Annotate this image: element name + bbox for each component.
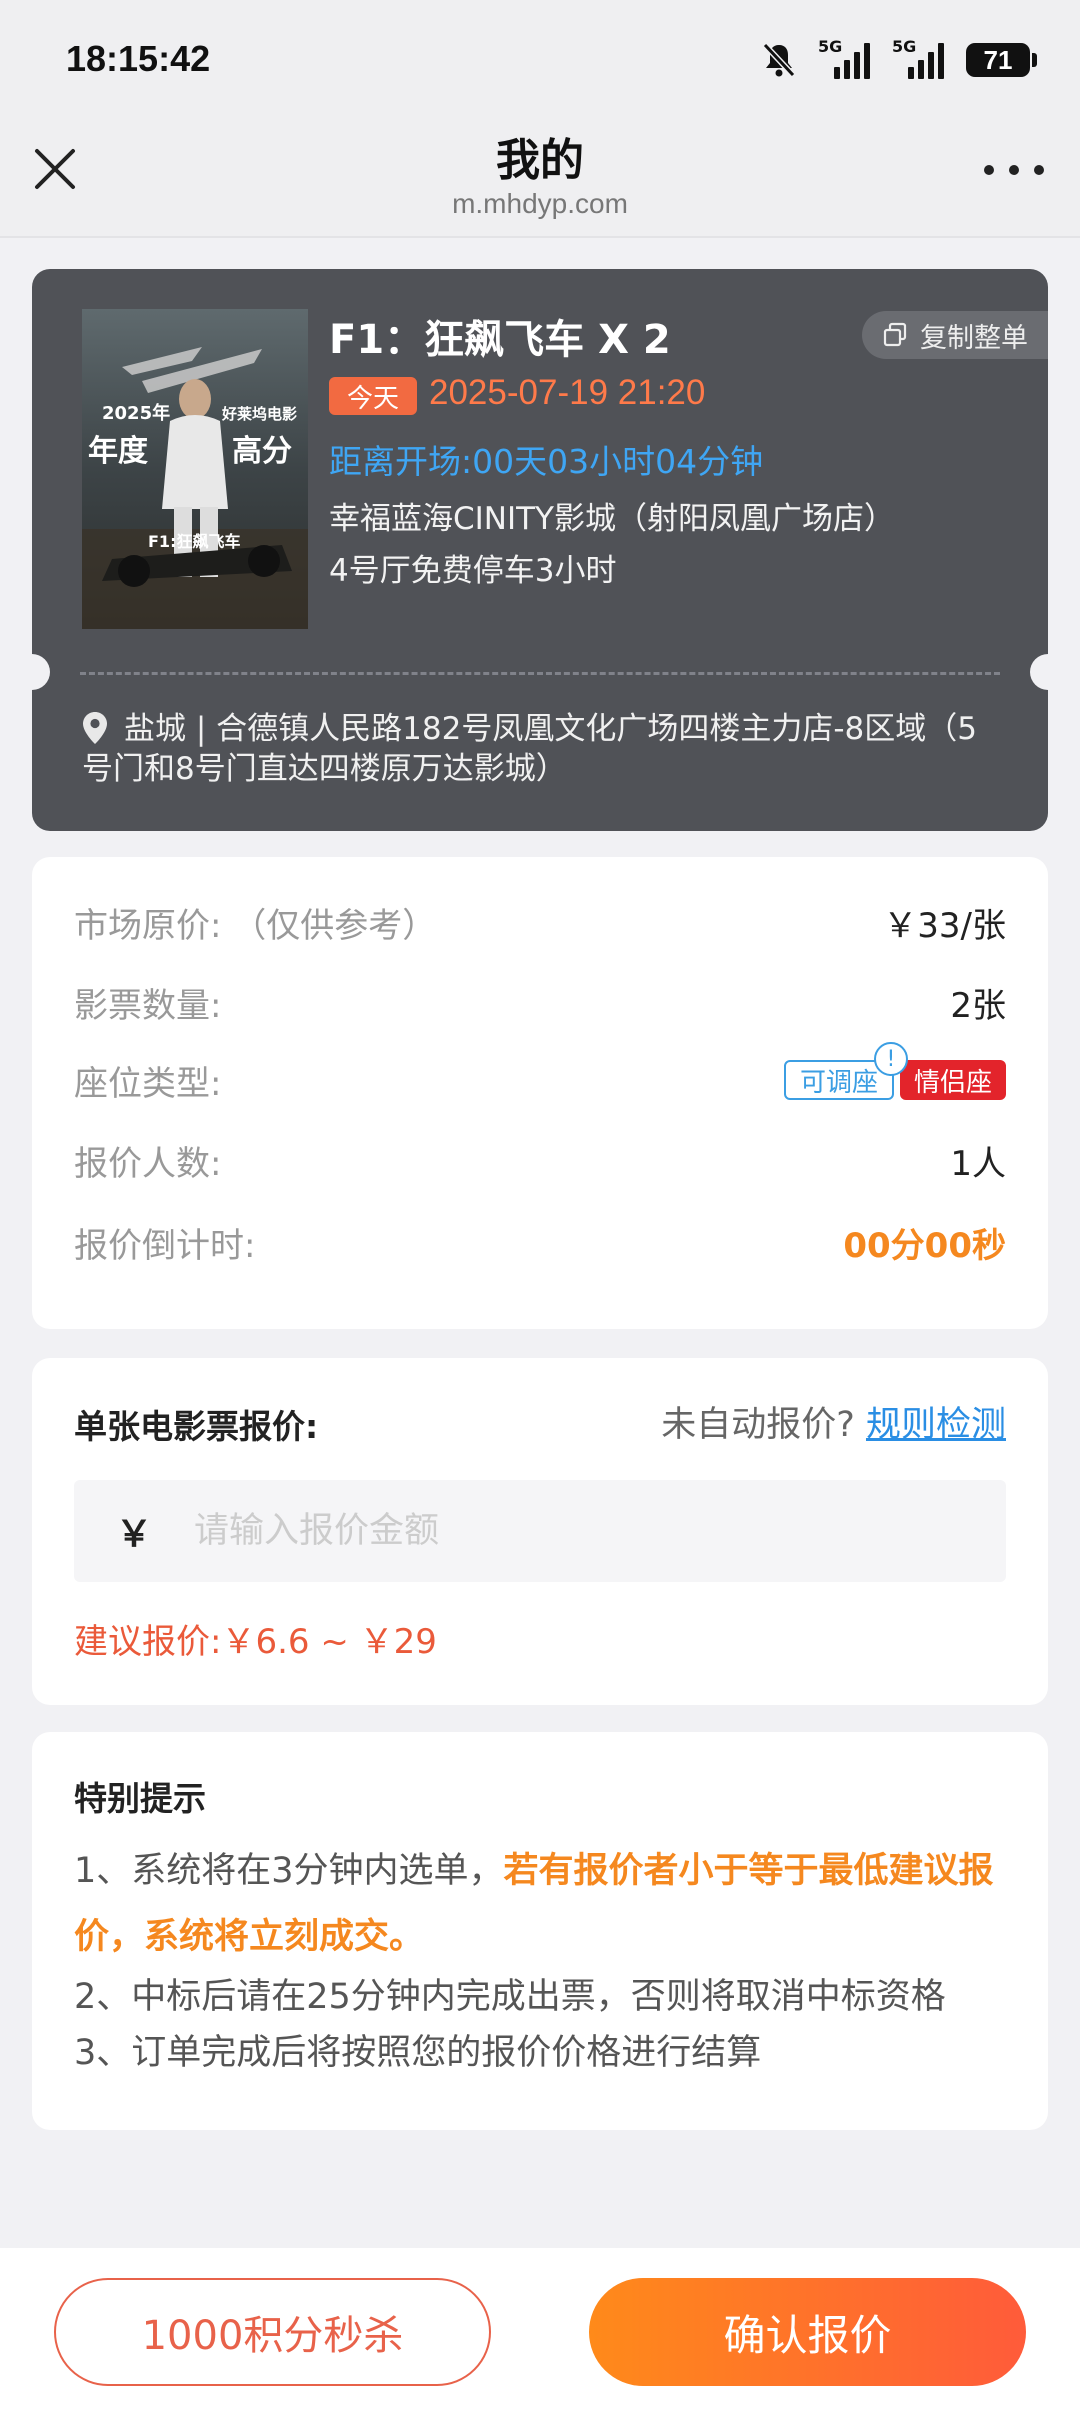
signal-icon-2: 5G <box>892 37 944 79</box>
top-bar: 18:15:42 5G 5G 71 我的 m.mhdyp.com <box>0 0 1080 238</box>
market-price-row: 市场原价: （仅供参考） ￥33/张 <box>74 899 1006 946</box>
location-pin-icon <box>83 712 107 744</box>
quantity-value: 2张 <box>950 985 1006 1026</box>
seat-tags: 可调座 ! 情侣座 <box>783 1042 1006 1100</box>
quote-countdown-row: 报价倒计时: 00分00秒 <box>74 1219 1006 1266</box>
ticket-notch <box>32 654 50 690</box>
status-icons: 5G 5G 71 <box>762 37 1037 82</box>
movie-ticket-card: 2025年 年度 好莱坞电影 高分 F1:狂飙飞车 F1：狂飙飞车 X 2 复制… <box>32 269 1048 831</box>
tips-title: 特别提示 <box>74 1779 206 1818</box>
signal-label-2: 5G <box>892 37 917 56</box>
battery-icon: 71 <box>966 43 1037 77</box>
market-price-value: ￥33/张 <box>883 905 1006 946</box>
tip-1-text: 1、系统将在3分钟内选单， <box>74 1851 504 1891</box>
cinema-name: 幸福蓝海CINITY影城（射阳凤凰广场店） <box>329 501 895 537</box>
auto-quote-hint: 未自动报价? 规则检测 <box>661 1396 1006 1447</box>
signal-label: 5G <box>818 37 843 56</box>
ticket-notch <box>1030 654 1048 690</box>
quote-card: 单张电影票报价: 未自动报价? 规则检测 ￥ 建议报价:￥6.6 ~ ￥29 <box>32 1358 1048 1705</box>
mute-bell-icon <box>762 42 796 78</box>
time-until-start: 距离开场:00天03小时04分钟 <box>329 442 764 481</box>
seat-type-label: 座位类型: <box>74 1063 222 1104</box>
bidders-label: 报价人数: <box>74 1143 222 1184</box>
copy-order-button[interactable]: 复制整单 <box>862 311 1048 359</box>
page-title: 我的 <box>496 135 584 186</box>
parking-info: 4号厅免费停车3小时 <box>329 553 617 589</box>
poster-text: 年度 <box>88 434 148 469</box>
tip-3: 3、订单完成后将按照您的报价价格进行结算 <box>74 2033 762 2073</box>
copy-order-label: 复制整单 <box>920 322 1028 354</box>
quote-countdown-value: 00分00秒 <box>843 1225 1006 1266</box>
bottom-action-bar: 1000积分秒杀 确认报价 <box>0 2248 1080 2412</box>
more-dot-icon <box>1009 165 1019 175</box>
quantity-label: 影票数量: <box>74 985 222 1026</box>
tips-card: 特别提示 1、系统将在3分钟内选单，若有报价者小于等于最低建议报价，系统将立刻成… <box>32 1732 1048 2130</box>
divider <box>80 672 1000 675</box>
couple-seat-tag: 情侣座 <box>899 1060 1006 1100</box>
confirm-quote-button[interactable]: 确认报价 <box>589 2278 1026 2386</box>
more-button[interactable] <box>984 155 1044 185</box>
signal-icon: 5G <box>818 37 870 79</box>
address-text: 盐城 | 合德镇人民路182号凤凰文化广场四楼主力店-8区域（5号门和8号门直达… <box>82 711 977 787</box>
cinema-address: 盐城 | 合德镇人民路182号凤凰文化广场四楼主力店-8区域（5号门和8号门直达… <box>82 709 1002 789</box>
seat-type-row: 座位类型: 可调座 ! 情侣座 <box>74 1042 1006 1104</box>
quote-countdown-label: 报价倒计时: <box>74 1225 256 1266</box>
poster-text: 高分 <box>232 434 292 469</box>
quote-title: 单张电影票报价: <box>74 1407 319 1446</box>
poster-text: F1:狂飙飞车 <box>148 532 240 551</box>
currency-symbol: ￥ <box>115 1514 152 1555</box>
status-time: 18:15:42 <box>66 38 211 79</box>
points-flash-sale-button[interactable]: 1000积分秒杀 <box>54 2278 491 2386</box>
suggested-price: 建议报价:￥6.6 ~ ￥29 <box>74 1622 437 1662</box>
bidders-row: 报价人数: 1人 <box>74 1137 1006 1184</box>
more-dot-icon <box>984 165 994 175</box>
auto-quote-text: 未自动报价? <box>661 1405 855 1445</box>
today-badge: 今天 <box>329 377 417 415</box>
bidders-value: 1人 <box>950 1143 1006 1184</box>
movie-name: F1：狂飙飞车 X 2 <box>329 317 671 363</box>
copy-icon <box>883 322 907 347</box>
price-input-box[interactable]: ￥ <box>74 1480 1006 1582</box>
seat-info-icon[interactable]: ! <box>873 1042 908 1076</box>
quantity-row: 影票数量: 2张 <box>74 979 1006 1026</box>
rule-check-link[interactable]: 规则检测 <box>866 1405 1006 1445</box>
tip-2: 2、中标后请在25分钟内完成出票，否则将取消中标资格 <box>74 1977 946 2017</box>
price-input[interactable] <box>194 1511 954 1551</box>
poster-text: 2025年 <box>102 402 170 424</box>
more-dot-icon <box>1034 165 1044 175</box>
poster-text: 好莱坞电影 <box>221 405 297 423</box>
order-info-card: 市场原价: （仅供参考） ￥33/张 影票数量: 2张 座位类型: 可调座 ! … <box>32 857 1048 1329</box>
page-url: m.mhdyp.com <box>452 188 628 219</box>
tip-1: 1、系统将在3分钟内选单，若有报价者小于等于最低建议报价，系统将立刻成交。 <box>74 1838 1006 1970</box>
movie-poster: 2025年 年度 好莱坞电影 高分 F1:狂飙飞车 <box>82 309 308 629</box>
showtime: 2025-07-19 21:20 <box>429 373 706 412</box>
market-price-label: 市场原价: （仅供参考） <box>74 905 437 946</box>
